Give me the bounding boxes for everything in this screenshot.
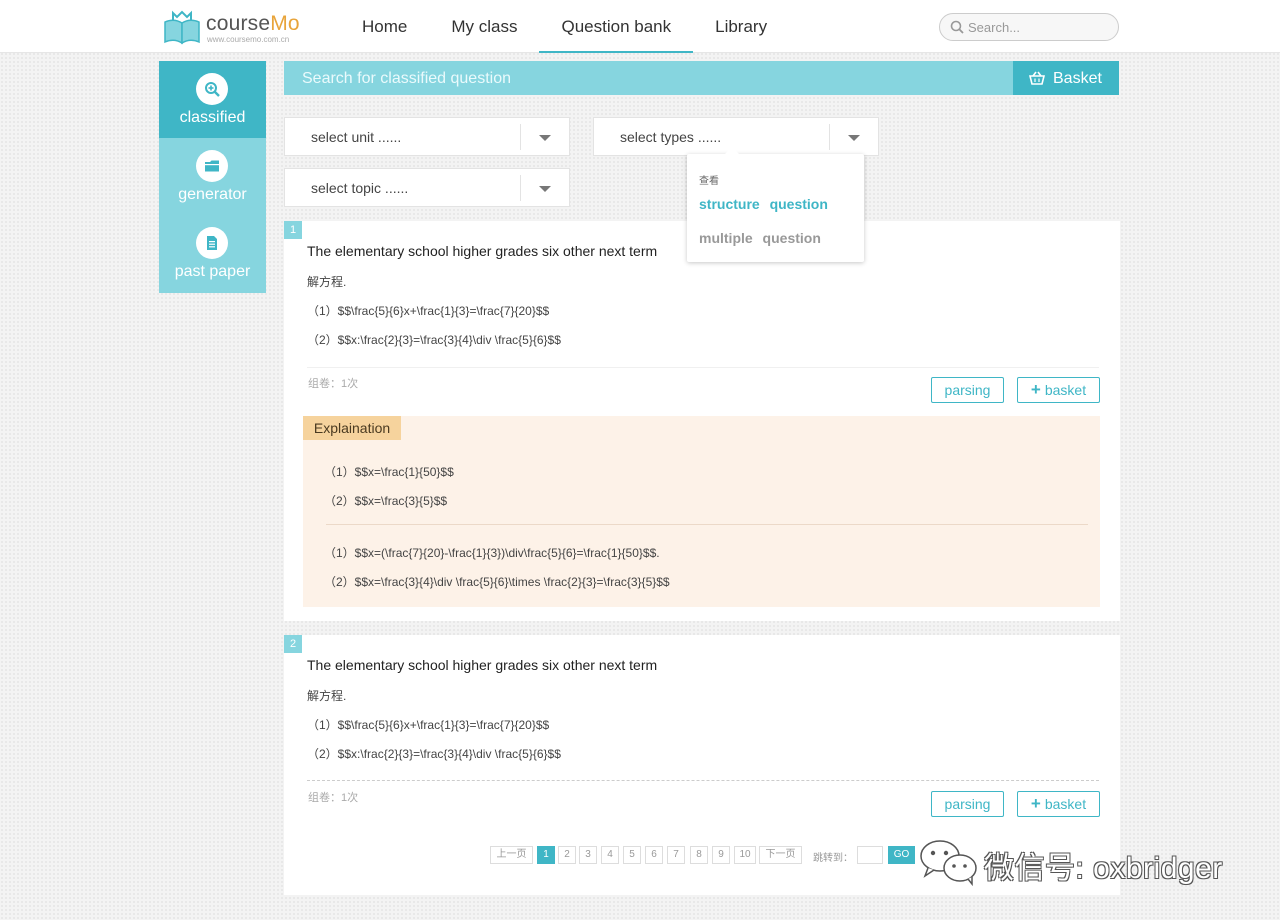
- question-instruction: 解方程.: [307, 689, 347, 703]
- pagination-page-6[interactable]: 6: [645, 846, 663, 864]
- question-line: （2）$$x:\frac{2}{3}=\frac{3}{4}\div \frac…: [307, 333, 561, 347]
- coursemo-logo[interactable]: courseMo www.coursemo.com.cn: [162, 10, 312, 46]
- folder-icon: [205, 160, 219, 172]
- nav-my-class[interactable]: My class: [429, 0, 539, 53]
- document-icon: [207, 236, 217, 250]
- explanation-step: （2）$$x=\frac{3}{4}\div \frac{5}{6}\times…: [324, 575, 670, 589]
- sidebar-item-past-paper[interactable]: past paper: [159, 215, 266, 292]
- question-usage-count: 组卷：1次: [308, 378, 359, 390]
- question-instruction: 解方程.: [307, 275, 347, 289]
- chevron-down-icon: [848, 135, 860, 141]
- pagination-page-2[interactable]: 2: [558, 846, 576, 864]
- question-title: The elementary school higher grades six …: [307, 243, 658, 259]
- plus-icon: +: [1030, 794, 1041, 813]
- pagination-page-5[interactable]: 5: [623, 846, 641, 864]
- parsing-button[interactable]: parsing: [931, 791, 1004, 817]
- pagination-page-3[interactable]: 3: [579, 846, 597, 864]
- pagination-page-4[interactable]: 4: [601, 846, 619, 864]
- sidebar-item-label: generator: [178, 186, 247, 203]
- nav-library[interactable]: Library: [693, 0, 789, 53]
- top-header: courseMo www.coursemo.com.cn Home My cla…: [0, 0, 1280, 53]
- pagination-page-10[interactable]: 10: [734, 846, 756, 864]
- classified-search-bar[interactable]: Search for classified question: [284, 61, 1013, 95]
- dropdown-header: 查看: [699, 176, 719, 187]
- chevron-down-icon: [539, 135, 551, 141]
- basket-icon: [1029, 71, 1045, 85]
- pagination-page-8[interactable]: 8: [690, 846, 708, 864]
- pagination-go-button[interactable]: GO: [888, 846, 915, 864]
- explanation-answer: （1）$$x=\frac{1}{50}$$: [324, 465, 454, 479]
- types-dropdown-menu: 查看 structure question multiple question: [687, 147, 864, 262]
- explanation-panel: Explaination （1）$$x=\frac{1}{50}$$ （2）$$…: [303, 416, 1100, 607]
- global-search[interactable]: [939, 13, 1119, 41]
- search-input[interactable]: [968, 17, 1108, 37]
- question-line: （1）$$\frac{5}{6}x+\frac{1}{3}=\frac{7}{2…: [307, 304, 550, 318]
- pagination-page-9[interactable]: 9: [712, 846, 730, 864]
- nav-question-bank[interactable]: Question bank: [539, 0, 693, 53]
- question-line: （1）$$\frac{5}{6}x+\frac{1}{3}=\frac{7}{2…: [307, 718, 550, 732]
- pagination-prev[interactable]: 上一页: [490, 846, 533, 864]
- sidebar-item-label: past paper: [174, 263, 251, 280]
- parsing-button[interactable]: parsing: [931, 377, 1004, 403]
- chevron-down-icon: [539, 186, 551, 192]
- pagination-page-7[interactable]: 7: [667, 846, 685, 864]
- wechat-icon: [920, 840, 977, 886]
- add-to-basket-label: basket: [1044, 382, 1087, 398]
- sidebar-item-label: classified: [179, 109, 246, 126]
- explanation-tag: Explaination: [303, 416, 401, 440]
- question-title: The elementary school higher grades six …: [307, 657, 658, 673]
- question-usage-count: 组卷：1次: [308, 792, 359, 804]
- basket-button[interactable]: Basket: [1013, 61, 1119, 95]
- basket-button-label: Basket: [1053, 70, 1102, 87]
- sidebar: classified generator past paper: [159, 61, 266, 293]
- watermark-text: 微信号: oxbridger: [984, 852, 1223, 885]
- select-types-label: select types ......: [620, 129, 722, 145]
- dropdown-option-structure-question[interactable]: structure question: [699, 196, 828, 212]
- add-to-basket-label: basket: [1044, 796, 1087, 812]
- pagination-next[interactable]: 下一页: [759, 846, 802, 864]
- classified-search-text: Search for classified question: [302, 70, 511, 87]
- question-number: 1: [284, 221, 302, 239]
- select-topic[interactable]: select topic ......: [284, 168, 570, 207]
- add-to-basket-button[interactable]: + basket: [1017, 377, 1100, 403]
- sidebar-item-classified[interactable]: classified: [159, 61, 266, 138]
- question-line: （2）$$x:\frac{2}{3}=\frac{3}{4}\div \frac…: [307, 747, 561, 761]
- open-book-logo-icon: [164, 10, 200, 45]
- question-card-1: 1 The elementary school higher grades si…: [284, 221, 1120, 621]
- search-zoom-icon: [205, 82, 220, 97]
- divider: [307, 780, 1099, 781]
- pagination-jump-input[interactable]: [857, 846, 883, 864]
- divider: [307, 367, 1099, 368]
- plus-icon: +: [1030, 380, 1041, 399]
- add-to-basket-button[interactable]: + basket: [1017, 791, 1100, 817]
- select-unit-label: select unit ......: [311, 129, 402, 145]
- logo-text-accent: Mo: [270, 12, 300, 35]
- search-icon: [950, 20, 964, 34]
- question-number: 2: [284, 635, 302, 653]
- dropdown-option-multiple-question[interactable]: multiple question: [699, 230, 821, 246]
- nav-home[interactable]: Home: [340, 0, 429, 53]
- logo-url: www.coursemo.com.cn: [207, 35, 290, 44]
- main-nav: Home My class Question bank Library: [340, 0, 789, 53]
- explanation-answer: （2）$$x=\frac{3}{5}$$: [324, 494, 448, 508]
- sidebar-item-generator[interactable]: generator: [159, 138, 266, 215]
- select-unit[interactable]: select unit ......: [284, 117, 570, 156]
- explanation-step: （1）$$x=(\frac{7}{20}-\frac{1}{3})\div\fr…: [324, 546, 660, 560]
- pagination-page-1[interactable]: 1: [537, 846, 555, 864]
- logo-text-main: course: [206, 12, 271, 35]
- pagination-jump-label: 跳转到：: [813, 853, 853, 864]
- select-topic-label: select topic ......: [311, 180, 409, 196]
- divider: [326, 524, 1088, 525]
